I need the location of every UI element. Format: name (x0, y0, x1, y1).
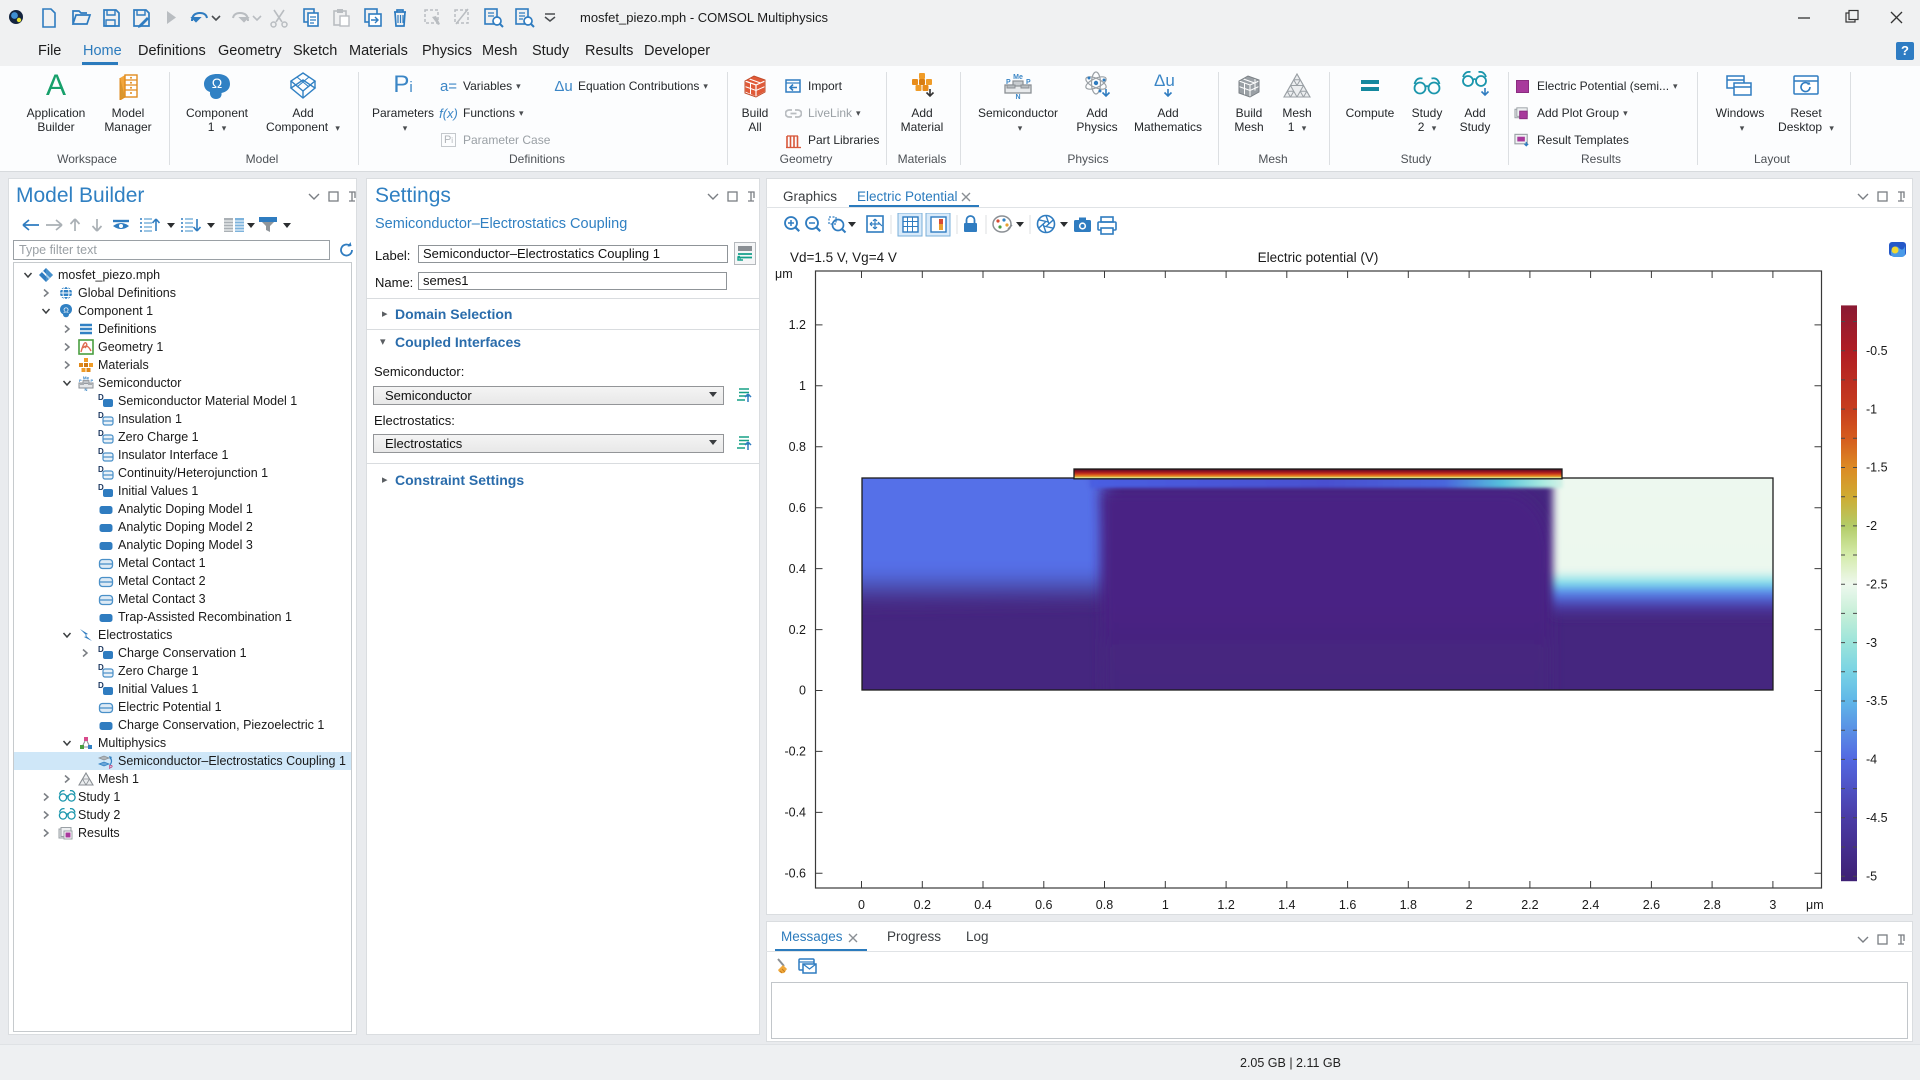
svg-text:0: 0 (799, 684, 806, 698)
svg-text:-3.5: -3.5 (1866, 694, 1888, 708)
svg-text:-3: -3 (1866, 636, 1877, 650)
svg-text:0.8: 0.8 (1096, 898, 1113, 912)
svg-text:N: N (1015, 94, 1020, 101)
svg-text:1.4: 1.4 (1278, 898, 1295, 912)
svg-text:2.4: 2.4 (1582, 898, 1599, 912)
svg-text:0: 0 (858, 898, 865, 912)
svg-text:1.6: 1.6 (1339, 898, 1356, 912)
svg-text:-0.6: -0.6 (784, 867, 806, 881)
svg-text:0.2: 0.2 (789, 623, 806, 637)
svg-text:μm: μm (775, 267, 793, 281)
svg-text:Electric potential (V): Electric potential (V) (1258, 250, 1379, 265)
svg-text:N: N (85, 387, 88, 391)
svg-text:Me: Me (83, 376, 90, 381)
svg-text:1.2: 1.2 (1217, 898, 1234, 912)
svg-text:3: 3 (1769, 898, 1776, 912)
svg-text:2: 2 (1466, 898, 1473, 912)
svg-text:P: P (1026, 79, 1031, 86)
svg-text:2.6: 2.6 (1643, 898, 1660, 912)
svg-text:-4.5: -4.5 (1866, 811, 1888, 825)
svg-text:1: 1 (799, 379, 806, 393)
svg-text:0.8: 0.8 (789, 440, 806, 454)
svg-text:1: 1 (1162, 898, 1169, 912)
svg-text:P: P (109, 765, 113, 769)
svg-text:-0.2: -0.2 (784, 745, 806, 759)
svg-text:0.6: 0.6 (789, 501, 806, 515)
svg-text:-1.5: -1.5 (1866, 461, 1888, 475)
svg-text:-5: -5 (1866, 869, 1877, 883)
svg-text:-1: -1 (1866, 402, 1877, 416)
svg-text:P: P (91, 378, 94, 383)
svg-text:-2.5: -2.5 (1866, 577, 1888, 591)
svg-text:-2: -2 (1866, 519, 1877, 533)
svg-text:0.4: 0.4 (789, 562, 806, 576)
svg-text:-4: -4 (1866, 753, 1877, 767)
svg-text:2.8: 2.8 (1703, 898, 1720, 912)
svg-text:-0.4: -0.4 (784, 806, 806, 820)
svg-text:P: P (79, 378, 82, 383)
svg-text:0.4: 0.4 (974, 898, 991, 912)
svg-text:Vd=1.5 V, Vg=4 V: Vd=1.5 V, Vg=4 V (790, 250, 897, 265)
svg-text:2.2: 2.2 (1521, 898, 1538, 912)
svg-text:Δu: Δu (1154, 71, 1175, 90)
svg-text:P: P (1006, 79, 1011, 86)
svg-text:-0.5: -0.5 (1866, 344, 1888, 358)
svg-text:1.2: 1.2 (789, 318, 806, 332)
svg-text:1.8: 1.8 (1400, 898, 1417, 912)
svg-text:0.2: 0.2 (914, 898, 931, 912)
svg-text:Ω: Ω (212, 75, 222, 91)
svg-text:0.6: 0.6 (1035, 898, 1052, 912)
svg-text:μm: μm (1806, 898, 1824, 912)
svg-text:Ω: Ω (63, 306, 69, 315)
svg-text:Me: Me (1013, 74, 1023, 81)
